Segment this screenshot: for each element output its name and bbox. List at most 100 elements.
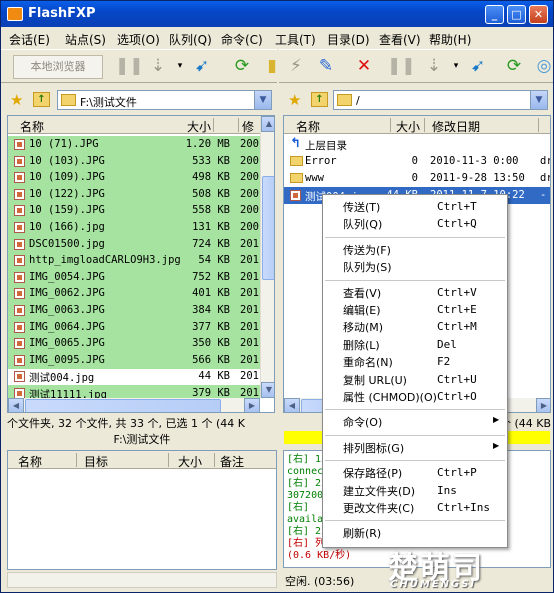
context-menu-item[interactable]: 重命名(N): [343, 354, 393, 370]
file-name: 10 (103).JPG: [29, 154, 105, 167]
context-menu-item[interactable]: 编辑(E): [343, 302, 381, 318]
menu-shortcut: Ctrl+O: [437, 390, 477, 403]
favorite-star-icon[interactable]: ★: [10, 91, 23, 109]
context-menu-item[interactable]: 更改文件夹(C): [343, 500, 414, 516]
left-vertical-scrollbar[interactable]: ▲ ▼: [260, 116, 274, 398]
quick-connect-icon[interactable]: ✎: [313, 53, 339, 79]
left-file-list[interactable]: 名称 大小 修改 10 (71).JPG1.20 MB20010 (103).J…: [7, 115, 275, 413]
context-menu-item[interactable]: 保存路径(P): [343, 465, 402, 481]
menu-options[interactable]: 选项(O): [117, 31, 160, 48]
menu-tools[interactable]: 工具(T): [275, 31, 316, 48]
left-path-combo[interactable]: F:\测试文件 ▼: [57, 90, 272, 110]
scroll-right-icon[interactable]: ▶: [244, 398, 260, 412]
scroll-thumb[interactable]: [25, 399, 221, 412]
file-row[interactable]: IMG_0063.JPG 384 KB 201: [8, 302, 260, 319]
file-row[interactable]: IMG_0054.JPG 752 KB 201: [8, 268, 260, 286]
file-row[interactable]: 10 (159).JPG 558 KB 200: [8, 202, 260, 220]
context-menu-item[interactable]: 删除(L): [343, 337, 380, 353]
col-modified-header[interactable]: 修改日期: [432, 118, 480, 135]
context-menu-item[interactable]: 移动(M): [343, 319, 383, 335]
queue-header: 名称 目标 大小 备注: [8, 451, 276, 470]
bookmark-icon[interactable]: ➹: [465, 53, 491, 79]
file-name: IMG_0062.JPG: [29, 287, 105, 300]
close-button[interactable]: ✕: [529, 5, 548, 24]
maximize-button[interactable]: □: [507, 5, 526, 24]
refresh-icon[interactable]: ⟳: [501, 53, 527, 79]
context-menu-item[interactable]: 建立文件夹(D): [343, 483, 415, 499]
minimize-button[interactable]: _: [485, 5, 504, 24]
menu-sites[interactable]: 站点(S): [65, 31, 106, 48]
menu-commands[interactable]: 命令(C): [221, 31, 263, 48]
context-menu-item[interactable]: 刷新(R): [343, 525, 381, 541]
file-row[interactable]: http_imgloadCARLO9H3.jpg 54 KB 201: [8, 252, 260, 270]
local-browser-button[interactable]: 本地浏览器: [13, 55, 103, 79]
context-menu-item[interactable]: 传送(T): [343, 199, 380, 215]
context-menu-item[interactable]: 命令(O): [343, 414, 382, 430]
menu-view[interactable]: 查看(V): [379, 31, 421, 48]
scroll-left-icon[interactable]: ◀: [8, 398, 24, 412]
file-row[interactable]: 10 (103).JPG 533 KB 200: [8, 152, 260, 170]
scroll-up-icon[interactable]: ▲: [261, 116, 274, 132]
col-size-header[interactable]: 大小: [396, 118, 420, 135]
folder-row[interactable]: Error 0 2010-11-3 0:00 dr: [284, 153, 550, 170]
scroll-left-icon[interactable]: ◀: [284, 398, 300, 412]
queue-list[interactable]: 名称 目标 大小 备注: [7, 450, 277, 570]
col-size-header[interactable]: 大小: [187, 118, 211, 135]
scroll-right-icon[interactable]: ▶: [536, 398, 550, 412]
context-menu-item[interactable]: 队列(Q): [343, 216, 382, 232]
menu-shortcut: F2: [437, 355, 451, 369]
context-menu-item[interactable]: 队列为(S): [343, 259, 392, 275]
search-icon[interactable]: ◎: [531, 53, 554, 79]
scroll-thumb[interactable]: [262, 176, 274, 280]
col-name-header[interactable]: 名称: [296, 118, 320, 135]
log-line: [右]: [287, 502, 310, 513]
queue-col-target[interactable]: 目标: [84, 453, 108, 470]
col-name-header[interactable]: 名称: [20, 118, 44, 135]
queue-col-size[interactable]: 大小: [178, 453, 202, 470]
pause-icon[interactable]: ❚❚: [115, 53, 144, 79]
parent-directory-row[interactable]: ↰ 上层目录: [284, 136, 550, 153]
file-row[interactable]: 10 (122).JPG 508 KB 200: [8, 185, 260, 203]
queue-col-name[interactable]: 名称: [18, 453, 42, 470]
file-name: 10 (159).JPG: [29, 204, 105, 217]
file-row[interactable]: IMG_0095.JPG 566 KB 201: [8, 351, 260, 369]
chevron-down-icon[interactable]: ▼: [254, 91, 271, 109]
parent-folder-icon[interactable]: ↑: [311, 92, 328, 107]
image-file-icon: [14, 338, 25, 350]
menu-help[interactable]: 帮助(H): [429, 31, 471, 48]
file-row[interactable]: IMG_0065.JPG 350 KB 201: [8, 335, 260, 353]
context-menu-item[interactable]: 属性 (CHMOD)(O): [343, 389, 437, 405]
folder-icon: [337, 94, 352, 106]
file-row[interactable]: DSC01500.jpg 724 KB 201: [8, 235, 260, 253]
connect-icon[interactable]: ⚡: [283, 53, 309, 79]
favorite-star-icon[interactable]: ★: [288, 91, 301, 109]
pause-icon[interactable]: ❚❚: [387, 53, 416, 79]
file-row[interactable]: 测试004.jpg 44 KB 201: [8, 368, 260, 385]
file-row[interactable]: IMG_0062.JPG 401 KB 201: [8, 285, 260, 303]
right-path-combo[interactable]: / ▼: [333, 90, 548, 110]
disconnect-icon[interactable]: ✕: [351, 53, 377, 79]
context-menu-item[interactable]: 传送为(F): [343, 242, 391, 258]
file-row[interactable]: 10 (166).jpg 131 KB 200: [8, 219, 260, 236]
chevron-down-icon[interactable]: ▼: [530, 91, 547, 109]
queue-horizontal-scrollbar[interactable]: [7, 572, 277, 588]
file-row[interactable]: IMG_0064.JPG 377 KB 201: [8, 318, 260, 336]
file-row[interactable]: 10 (71).JPG 1.20 MB 200: [8, 136, 260, 153]
menu-session[interactable]: 会话(E): [9, 31, 50, 48]
file-date: 201: [240, 287, 259, 300]
menu-queue[interactable]: 队列(Q): [169, 31, 212, 48]
context-menu-item[interactable]: 排列图标(G): [343, 440, 404, 456]
folder-row[interactable]: www 0 2011-9-28 13:50 dr: [284, 170, 550, 187]
parent-folder-icon[interactable]: ↑: [33, 92, 50, 107]
left-horizontal-scrollbar[interactable]: ◀ ▶: [8, 398, 260, 412]
context-menu-item[interactable]: 查看(V): [343, 285, 381, 301]
menu-directory[interactable]: 目录(D): [327, 31, 370, 48]
bookmark-icon[interactable]: ➹: [189, 53, 215, 79]
queue-col-note[interactable]: 备注: [220, 453, 244, 470]
scroll-down-icon[interactable]: ▼: [261, 382, 274, 398]
refresh-icon[interactable]: ⟳: [229, 53, 255, 79]
context-menu-item[interactable]: 复制 URL(U): [343, 372, 407, 388]
file-row[interactable]: 10 (109).JPG 498 KB 200: [8, 169, 260, 187]
file-date: 201: [240, 270, 259, 283]
menu-shortcut: Ctrl+T: [437, 200, 477, 213]
